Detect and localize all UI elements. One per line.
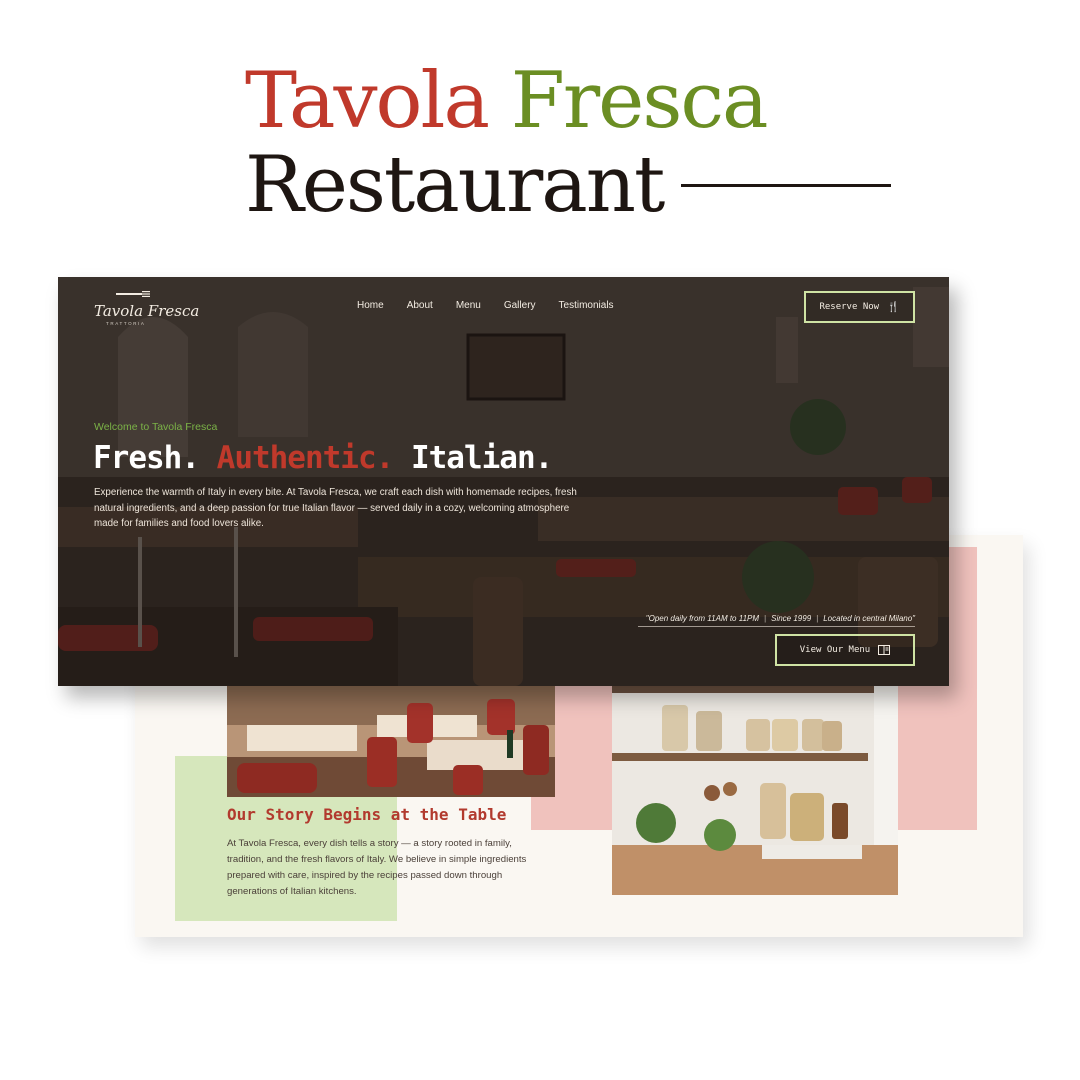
logo-text: Tavola Fresca [94,302,200,320]
info-hours: "Open daily from 11AM to 11PM [645,614,760,623]
heading-word-restaurant: Restaurant [245,140,665,230]
hero-description: Experience the warmth of Italy in every … [94,487,577,529]
hero-section: Tavola Fresca TRATTORIA Home About Menu … [58,277,949,686]
nav-about[interactable]: About [407,300,433,311]
info-location: Located in central Milano" [823,614,915,623]
about-body: At Tavola Fresca, every dish tells a sto… [227,838,527,897]
heading-word-tavola: Tavola [245,56,490,146]
restaurant-interior-photo [58,277,949,686]
info-separator: | [764,614,767,623]
logo-subtext: TRATTORIA [106,321,146,326]
info-separator: | [816,614,819,623]
heading-rule [681,183,892,187]
logo[interactable]: Tavola Fresca TRATTORIA [94,291,199,326]
dining-room-photo [227,685,555,797]
hero-heading-authentic: Authentic. [216,440,395,476]
heading-line-2: Restaurant [245,140,892,230]
heading-line-1: Tavola Fresca [245,62,891,140]
reserve-now-button[interactable]: Reserve Now 🍴 [804,291,915,323]
nav-gallery[interactable]: Gallery [504,300,536,311]
heading-word-fresca: Fresca [510,56,769,146]
welcome-tagline: Welcome to Tavola Fresca [94,421,218,433]
info-since: Since 1999 [771,614,812,623]
info-underline [638,626,915,627]
view-menu-button[interactable]: View Our Menu [775,634,915,666]
menu-label: View Our Menu [799,645,871,655]
fork-icon [116,291,150,297]
main-nav: Home About Menu Gallery Testimonials [357,300,614,311]
hero-heading-fresh: Fresh. [93,440,200,476]
utensils-icon: 🍴 [887,301,900,313]
about-title: Our Story Begins at the Table [227,805,507,824]
hero-heading-italian: Italian. [410,440,553,476]
nav-menu[interactable]: Menu [456,300,481,311]
nav-home[interactable]: Home [357,300,384,311]
about-text: Our Story Begins at the Table At Tavola … [227,805,537,900]
kitchen-pantry-photo [612,685,898,895]
menu-book-icon [878,645,891,655]
reserve-label: Reserve Now [819,302,880,312]
info-strip: "Open daily from 11AM to 11PM | Since 19… [646,614,915,623]
page-heading: Tavola Fresca Restaurant [245,62,892,230]
nav-testimonials[interactable]: Testimonials [559,300,614,311]
hero-heading: Fresh. Authentic. Italian. [93,440,553,476]
